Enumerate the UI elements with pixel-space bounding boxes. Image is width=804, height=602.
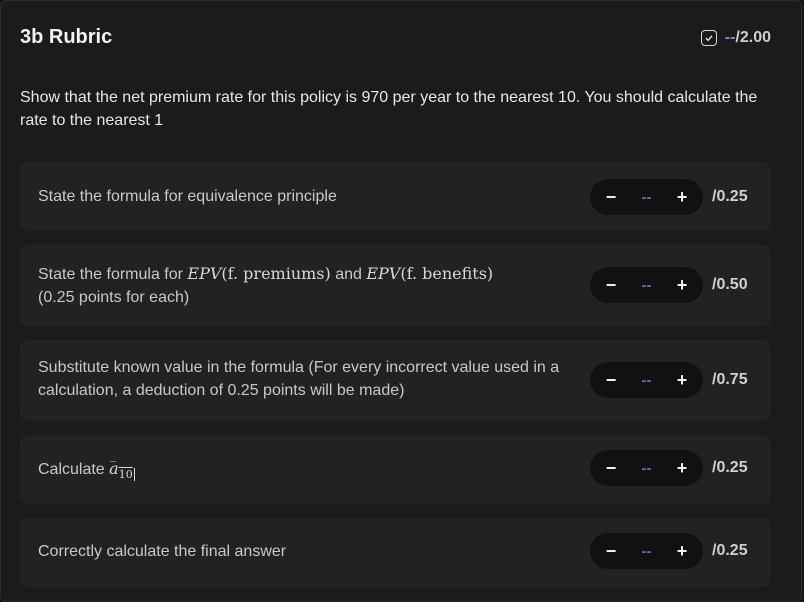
- increment-button[interactable]: +: [675, 458, 689, 479]
- increment-button[interactable]: +: [675, 541, 689, 562]
- question-prompt: Show that the net premium rate for this …: [20, 89, 758, 129]
- total-score: --/2.00: [700, 29, 771, 47]
- math-annuity-subscript: 10: [118, 468, 135, 481]
- criterion-text-suffix: (0.25 points for each): [38, 289, 190, 306]
- criterion-text-mid: and: [330, 266, 367, 283]
- criterion-card: State the formula for EPV(f. premiums) a…: [20, 245, 771, 326]
- total-score-value: --: [724, 29, 736, 46]
- criterion-max: /0.25: [712, 188, 748, 205]
- criterion-text: Calculate ‾ a10: [38, 457, 583, 486]
- math-epv: EPV: [187, 264, 222, 283]
- decrement-button[interactable]: −: [604, 541, 618, 562]
- score-stepper: − -- +: [590, 179, 703, 215]
- math-benefits: (f. benefits): [400, 264, 494, 283]
- criterion-text: Substitute known value in the formula (F…: [38, 359, 560, 399]
- rubric-title: 3b Rubric: [20, 26, 113, 48]
- criterion-text-prefix: Calculate: [38, 461, 110, 478]
- criterion-text: State the formula for equivalence princi…: [38, 188, 337, 205]
- score-value[interactable]: --: [642, 189, 652, 206]
- decrement-button[interactable]: −: [604, 370, 618, 391]
- math-premiums: (f. premiums): [221, 264, 331, 283]
- criterion-max: /0.25: [712, 542, 748, 559]
- math-annuity-symbol: ‾ a10: [109, 459, 135, 481]
- checkbox-check-icon[interactable]: [700, 30, 717, 46]
- score-value[interactable]: --: [642, 372, 652, 389]
- score-value[interactable]: --: [642, 460, 652, 477]
- decrement-button[interactable]: −: [604, 458, 618, 479]
- criterion-text: State the formula for EPV(f. premiums) a…: [38, 262, 583, 309]
- criterion-max: /0.50: [712, 276, 748, 293]
- criterion-card: Correctly calculate the final answer − -…: [20, 518, 771, 587]
- increment-button[interactable]: +: [675, 187, 689, 208]
- criterion-card: Substitute known value in the formula (F…: [20, 340, 771, 421]
- score-stepper: − -- +: [590, 533, 703, 569]
- criterion-max: /0.75: [712, 371, 748, 388]
- score-value[interactable]: --: [642, 277, 652, 294]
- score-stepper: − -- +: [590, 267, 703, 303]
- increment-button[interactable]: +: [675, 370, 689, 391]
- score-stepper: − -- +: [590, 362, 703, 398]
- total-score-max: /2.00: [735, 29, 771, 46]
- math-epv: EPV: [366, 264, 401, 283]
- criterion-text-prefix: State the formula for: [38, 266, 188, 283]
- decrement-button[interactable]: −: [604, 275, 618, 296]
- criterion-card: State the formula for equivalence princi…: [20, 162, 771, 231]
- criterion-text: Correctly calculate the final answer: [38, 543, 287, 560]
- rubric-panel: 3b Rubric --/2.00 Show that the net prem…: [0, 0, 802, 602]
- increment-button[interactable]: +: [675, 275, 689, 296]
- criterion-max: /0.25: [712, 459, 748, 476]
- criterion-card: Calculate ‾ a10 − -- + /0.25: [20, 435, 771, 504]
- decrement-button[interactable]: −: [604, 187, 618, 208]
- score-value[interactable]: --: [642, 543, 652, 560]
- score-stepper: − -- +: [590, 450, 703, 486]
